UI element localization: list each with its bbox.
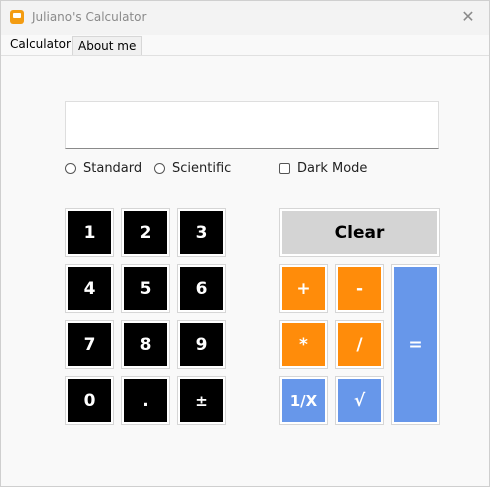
key-8[interactable]: 8 — [122, 321, 169, 368]
key-2[interactable]: 2 — [122, 209, 169, 256]
radio-icon — [65, 162, 76, 174]
calculator-app-icon — [10, 10, 24, 24]
key-6[interactable]: 6 — [178, 265, 225, 312]
title-bar: Juliano's Calculator ✕ — [1, 1, 489, 35]
plus-minus-button[interactable]: ± — [178, 377, 225, 424]
standard-label: Standard — [83, 160, 143, 176]
radio-icon — [154, 162, 165, 174]
key-3[interactable]: 3 — [178, 209, 225, 256]
key-5[interactable]: 5 — [122, 265, 169, 312]
divide-button[interactable]: / — [336, 321, 383, 368]
key-9[interactable]: 9 — [178, 321, 225, 368]
reciprocal-button[interactable]: 1/X — [280, 377, 327, 424]
dark-mode-label: Dark Mode — [297, 160, 368, 176]
decimal-point-button[interactable]: . — [122, 377, 169, 424]
scientific-mode-radio[interactable]: Scientific — [154, 160, 231, 176]
display-field[interactable] — [65, 101, 439, 149]
scientific-label: Scientific — [172, 160, 232, 176]
key-7[interactable]: 7 — [66, 321, 113, 368]
subtract-button[interactable]: - — [336, 265, 383, 312]
calculator-panel: Standard Scientific Dark Mode 1 2 3 4 5 … — [1, 56, 489, 486]
tab-bar: Calculator About me — [1, 35, 489, 56]
clear-button[interactable]: Clear — [280, 209, 439, 256]
add-button[interactable]: + — [280, 265, 327, 312]
close-icon[interactable]: ✕ — [457, 6, 479, 28]
tab-about-me[interactable]: About me — [72, 36, 143, 55]
window-title: Juliano's Calculator — [32, 10, 147, 24]
equals-button[interactable]: = — [392, 265, 439, 424]
standard-mode-radio[interactable]: Standard — [65, 160, 142, 176]
multiply-button[interactable]: * — [280, 321, 327, 368]
key-1[interactable]: 1 — [66, 209, 113, 256]
square-root-button[interactable]: √ — [336, 377, 383, 424]
calculator-window: Juliano's Calculator ✕ Calculator About … — [0, 0, 490, 487]
key-4[interactable]: 4 — [66, 265, 113, 312]
dark-mode-checkbox[interactable]: Dark Mode — [279, 160, 367, 176]
tab-calculator[interactable]: Calculator — [4, 35, 77, 54]
checkbox-icon — [279, 162, 290, 174]
key-0[interactable]: 0 — [66, 377, 113, 424]
